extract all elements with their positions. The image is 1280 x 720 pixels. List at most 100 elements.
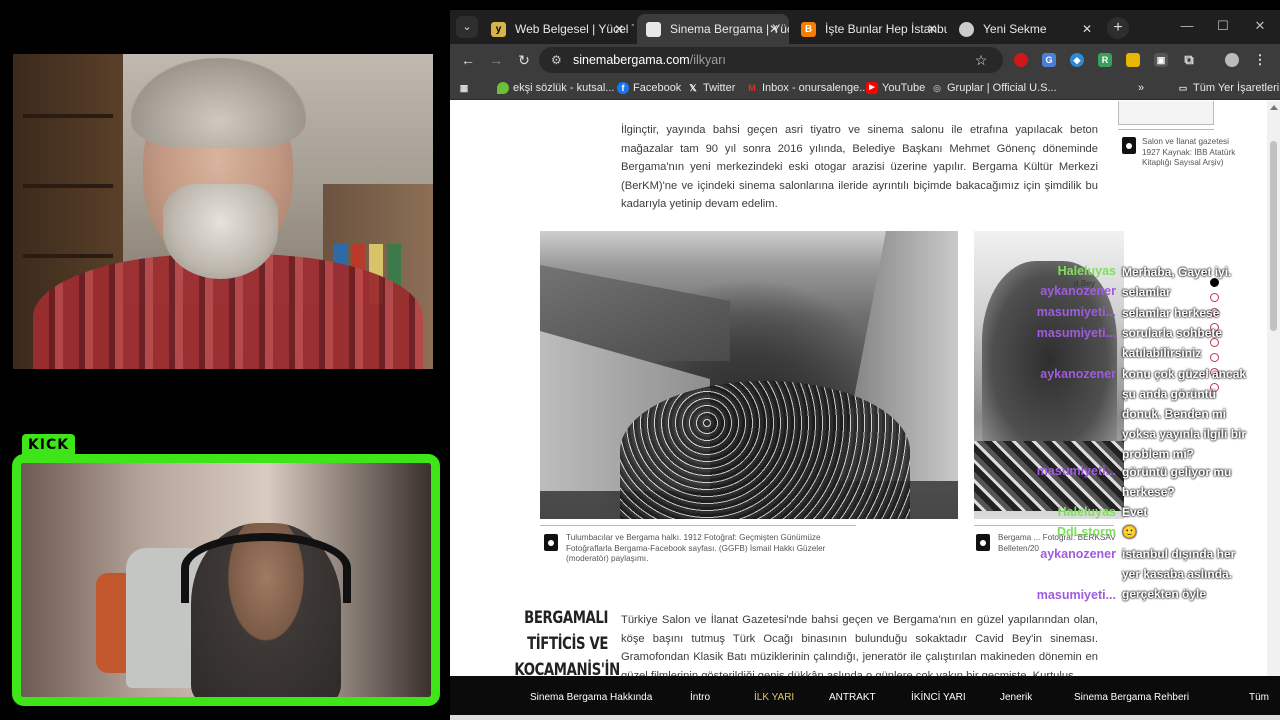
kick-logo: KICK — [22, 434, 75, 456]
close-icon[interactable]: ✕ — [1082, 14, 1092, 44]
camera-icon — [976, 534, 990, 551]
nav-ikinci-yari[interactable]: İKİNCİ YARI — [911, 676, 966, 720]
bookmark-label: YouTube — [882, 82, 926, 94]
bookmark-star-icon[interactable]: ☆ — [971, 50, 991, 70]
x-icon: 𝕏 — [689, 83, 697, 93]
new-tab-plus-icon[interactable]: + — [1107, 17, 1129, 39]
caption-divider — [540, 525, 856, 526]
extension-game-icon[interactable]: ▣ — [1154, 53, 1168, 67]
bookmark-label: Tüm Yer İşaretleri — [1193, 82, 1280, 94]
chat-message: selamlar — [1122, 285, 1171, 299]
screen: KICK ⌄ y Web Belgesel | Yücel Tu ✕ Sinem… — [0, 0, 1280, 720]
profile-avatar[interactable] — [1225, 53, 1239, 67]
tab-iste-bunlar[interactable]: B İşte Bunlar Hep İstanbul ✕ — [792, 14, 947, 44]
nav-jenerik[interactable]: Jenerik — [1000, 676, 1032, 720]
site-navigation: Sinema Bergama Hakkında İntro İLK YARI A… — [450, 676, 1280, 720]
streamer-webcam — [13, 54, 433, 369]
bookmark-label: Twitter — [703, 82, 736, 94]
chat-message: görüntü geliyor mu herkese? — [1122, 465, 1232, 499]
apps-grid-icon[interactable]: ▦ — [458, 79, 472, 97]
camera-icon — [544, 534, 558, 551]
photo1-caption: Tulumbacılar ve Bergama halkı. 1912 Foto… — [566, 533, 826, 563]
tab-web-belgesel[interactable]: y Web Belgesel | Yücel Tu ✕ — [482, 14, 634, 44]
chat-username: masumiyeti... — [1036, 464, 1116, 478]
nav-about[interactable]: Sinema Bergama Hakkında — [530, 676, 652, 720]
chat-username: aykanozener — [1040, 284, 1116, 298]
bookmarks-bar: ▦ ekşi sözlük - kutsal... f Facebook 𝕏 Twi… — [450, 76, 1280, 100]
bookmark-gruplar[interactable]: ◎ Gruplar | Official U.S... — [931, 79, 1057, 97]
bookmark-eksi[interactable]: ekşi sözlük - kutsal... — [497, 79, 614, 97]
chat-username: Haleluyas — [1057, 264, 1116, 278]
bookmark-facebook[interactable]: f Facebook — [617, 79, 681, 97]
window-close-icon[interactable]: ✕ — [1245, 18, 1275, 34]
chat-username: aykanozener — [1040, 547, 1116, 561]
vertical-scrollbar[interactable] — [1267, 101, 1280, 680]
crowd-shape — [620, 381, 910, 519]
tab-new-tab[interactable]: Yeni Sekme ✕ — [950, 14, 1102, 44]
chat-message: selamlar herkese — [1122, 306, 1220, 320]
browser-toolbar: ← → ↻ ⚙ sinemabergama.com/ilkyarı ☆ G ◆ … — [450, 44, 1280, 76]
nav-rehber[interactable]: Sinema Bergama Rehberi — [1074, 676, 1189, 720]
scroll-thumb[interactable] — [1270, 141, 1277, 331]
body-paragraph: Türkiye Salon ve İlanat Gazetesi'nde bah… — [621, 614, 1098, 680]
close-icon[interactable]: ✕ — [614, 14, 624, 44]
intro-paragraph: İlginçtir, yayında bahsi geçen asri tiya… — [621, 124, 1098, 210]
close-icon[interactable]: ✕ — [769, 14, 779, 44]
guest-webcam-frame — [12, 454, 440, 706]
guest-webcam — [21, 463, 431, 697]
bookmark-label: Inbox - onursalenge... — [762, 82, 869, 94]
newspaper-thumbnail[interactable] — [1118, 101, 1214, 125]
bookmarks-overflow-icon[interactable]: » — [1138, 79, 1144, 97]
bookmark-label: Facebook — [633, 82, 682, 94]
minimize-icon[interactable]: — — [1172, 18, 1202, 33]
streamer-beard — [163, 184, 278, 279]
extension-yellow-icon[interactable] — [1126, 53, 1140, 67]
caption-divider — [1118, 129, 1214, 130]
chat-message: Merhaba, Gayet iyi. — [1122, 265, 1232, 279]
address-path: /ilkyarı — [689, 53, 726, 67]
address-bar[interactable]: ⚙ sinemabergama.com/ilkyarı — [539, 47, 1003, 73]
all-bookmarks[interactable]: ▭ Tüm Yer İşaretleri — [1177, 79, 1279, 97]
gmail-icon: M — [748, 83, 756, 93]
nav-antrakt[interactable]: ANTRAKT — [829, 676, 876, 720]
chat-message: Evet — [1122, 505, 1148, 519]
extension-diamond-icon[interactable]: ◆ — [1070, 53, 1084, 67]
translate-icon[interactable]: G — [1042, 53, 1056, 67]
extension-red-icon[interactable] — [1014, 53, 1028, 67]
heading-line: TİFTİCİS VE — [527, 634, 608, 654]
scroll-up-icon[interactable] — [1270, 105, 1278, 110]
nav-intro[interactable]: İntro — [690, 676, 710, 720]
chat-message: konu çok güzel ancak şu anda görüntü don… — [1122, 367, 1247, 461]
firemen-photo[interactable] — [540, 231, 958, 519]
facebook-icon: f — [617, 82, 629, 94]
extensions-puzzle-icon[interactable]: ⧉ — [1182, 53, 1196, 67]
newspaper-caption: Salon ve İlanat gazetesi 1927 Kaynak: İB… — [1142, 137, 1236, 167]
youtube-icon: ▶ — [866, 82, 878, 94]
tab-sinema-bergama[interactable]: Sinema Bergama | Yücel ✕ — [637, 14, 789, 44]
site-info-icon[interactable]: ⚙ — [551, 47, 562, 73]
folder-icon: ▭ — [1178, 83, 1188, 93]
tab-strip: ⌄ y Web Belgesel | Yücel Tu ✕ Sinema Ber… — [450, 10, 1280, 44]
streamer-hair — [131, 58, 306, 148]
chat-username: masumiyeti... — [1036, 326, 1116, 340]
reload-icon[interactable]: ↻ — [514, 50, 534, 70]
forward-arrow-icon[interactable]: → — [486, 50, 506, 70]
bookmark-label: Gruplar | Official U.S... — [947, 82, 1057, 94]
nav-tum[interactable]: Tüm — [1249, 676, 1269, 720]
drop-icon — [497, 82, 509, 94]
tab-title: Yeni Sekme — [983, 22, 1047, 36]
bookmark-inbox[interactable]: M Inbox - onursalenge... — [746, 79, 868, 97]
bookmark-twitter[interactable]: 𝕏 Twitter — [687, 79, 735, 97]
close-icon[interactable]: ✕ — [927, 14, 937, 44]
chat-username: Haleluyas — [1057, 505, 1116, 519]
nav-ilk-yari[interactable]: İLK YARI — [754, 676, 794, 720]
extension-r-icon[interactable]: R — [1098, 53, 1112, 67]
bookmark-youtube[interactable]: ▶ YouTube — [866, 79, 925, 97]
heading-line: BERGAMALI — [524, 608, 608, 628]
menu-kebab-icon[interactable]: ⋮ — [1253, 53, 1267, 67]
maximize-icon[interactable]: ☐ — [1208, 18, 1238, 34]
horizontal-scrollbar[interactable] — [450, 715, 1280, 720]
chrome-icon — [959, 22, 974, 37]
tab-search-icon[interactable]: ⌄ — [456, 16, 478, 38]
back-arrow-icon[interactable]: ← — [458, 50, 478, 70]
